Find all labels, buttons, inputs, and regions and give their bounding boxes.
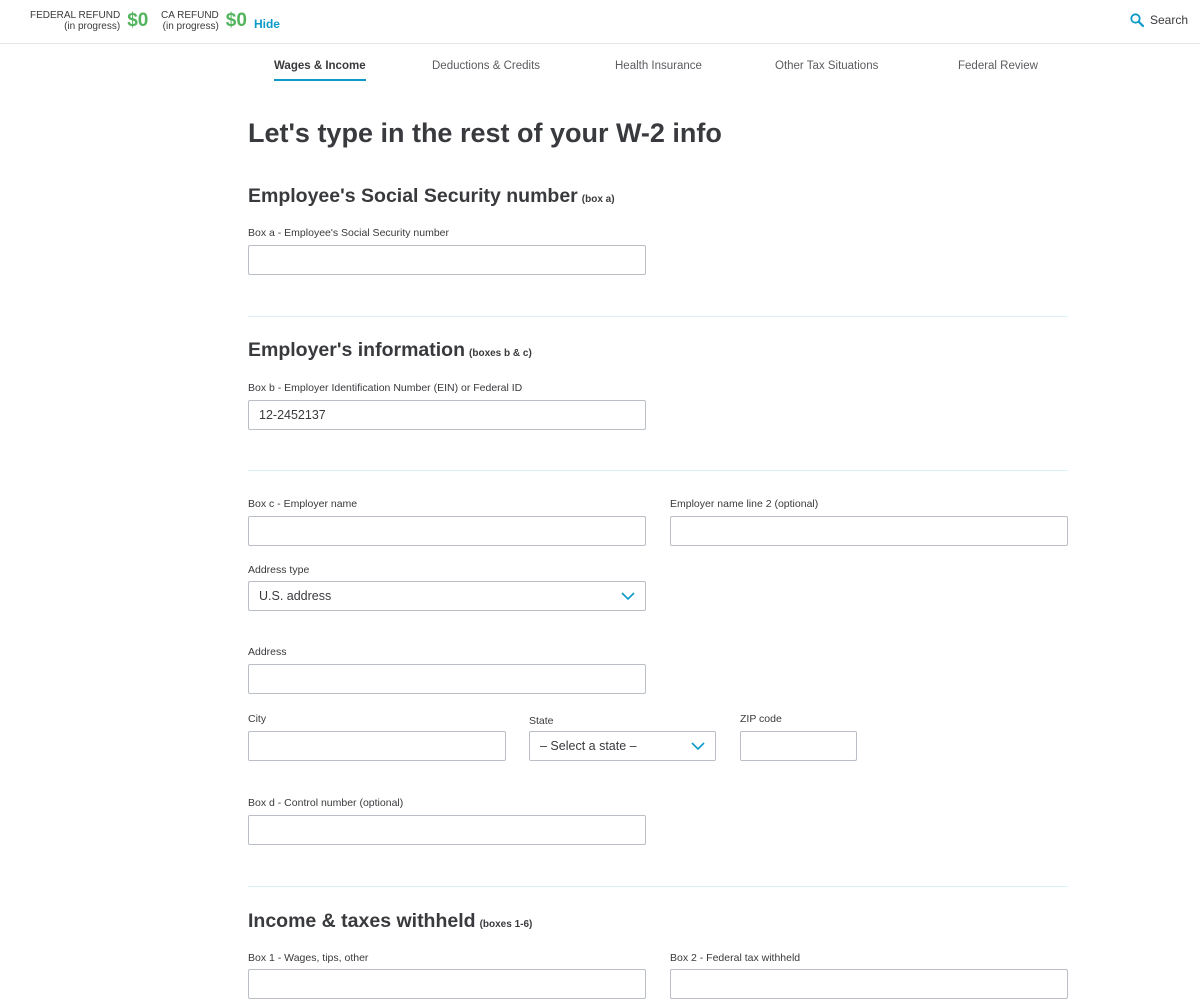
federal-refund-widget: FEDERAL REFUND (in progress) $0 (30, 10, 148, 32)
box1-wages-label: Box 1 - Wages, tips, other (248, 952, 369, 964)
page-title: Let's type in the rest of your W-2 info (248, 118, 722, 148)
address-input[interactable] (248, 664, 646, 694)
box1-wages-input[interactable] (248, 969, 646, 999)
state-refund-label-line2: (in progress) (162, 21, 219, 32)
control-number-label: Box d - Control number (optional) (248, 797, 404, 809)
search-icon (1130, 13, 1144, 27)
box2-federal-tax-input[interactable] (670, 969, 1068, 999)
employer-section-sub: (boxes b & c) (469, 348, 532, 359)
employer-name2-label: Employer name line 2 (optional) (670, 498, 819, 510)
city-input[interactable] (248, 731, 506, 761)
federal-refund-label: FEDERAL REFUND (in progress) (30, 10, 120, 32)
section-divider (248, 886, 1068, 887)
zip-label: ZIP code (740, 713, 782, 725)
chevron-down-icon (621, 591, 635, 600)
address-type-label: Address type (248, 564, 310, 576)
tab-other-tax-situations[interactable]: Other Tax Situations (775, 60, 878, 79)
state-label: State (529, 715, 554, 727)
section-divider (248, 470, 1068, 471)
control-number-input[interactable] (248, 815, 646, 845)
state-refund-label-line1: CA REFUND (161, 10, 219, 21)
employee-ssn-section-title: Employee's Social Security number (box a) (248, 185, 615, 208)
address-type-value: U.S. address (259, 589, 332, 603)
federal-refund-label-line1: FEDERAL REFUND (30, 10, 121, 21)
income-section-heading: Income & taxes withheld (248, 910, 476, 932)
state-refund-amount: $0 (225, 10, 247, 31)
zip-input[interactable] (740, 731, 857, 761)
state-select[interactable]: – Select a state – (529, 731, 716, 761)
employee-ssn-section-heading: Employee's Social Security number (248, 185, 578, 207)
employee-ssn-section-sub: (box a) (581, 194, 615, 205)
employer-name2-input[interactable] (670, 516, 1068, 546)
ssn-input[interactable] (248, 245, 646, 275)
section-divider (248, 316, 1068, 317)
top-bar: FEDERAL REFUND (in progress) $0 CA REFUN… (0, 0, 1200, 44)
income-section-title: Income & taxes withheld (boxes 1-6) (248, 910, 532, 933)
employer-section-title: Employer's information (boxes b & c) (248, 339, 532, 362)
section-tabs: Wages & Income Deductions & Credits Heal… (248, 44, 1068, 82)
employer-section-heading: Employer's information (248, 339, 466, 361)
box2-federal-tax-label: Box 2 - Federal tax withheld (670, 952, 801, 964)
employer-name-label: Box c - Employer name (248, 498, 358, 510)
federal-refund-label-line2: (in progress) (64, 21, 121, 32)
tab-wages-income[interactable]: Wages & Income (274, 60, 366, 81)
state-refund-widget: CA REFUND (in progress) $0 Hide (161, 10, 280, 32)
chevron-down-icon (691, 741, 705, 750)
federal-refund-amount: $0 (127, 10, 149, 31)
tab-health-insurance[interactable]: Health Insurance (615, 60, 702, 79)
search-label: Search (1149, 13, 1188, 27)
tab-deductions-credits[interactable]: Deductions & Credits (432, 60, 540, 79)
ssn-label: Box a - Employee's Social Security numbe… (248, 227, 450, 239)
tab-federal-review[interactable]: Federal Review (958, 60, 1038, 79)
address-label: Address (248, 646, 287, 658)
income-section-sub: (boxes 1-6) (479, 919, 533, 930)
state-value: – Select a state – (540, 739, 637, 753)
search-button[interactable]: Search (1130, 13, 1188, 27)
hide-refund-link[interactable]: Hide (254, 17, 280, 31)
ein-input[interactable] (248, 400, 646, 430)
ein-label: Box b - Employer Identification Number (… (248, 382, 523, 394)
state-refund-label: CA REFUND (in progress) (161, 10, 219, 32)
employer-name-input[interactable] (248, 516, 646, 546)
address-type-select[interactable]: U.S. address (248, 581, 646, 611)
city-label: City (248, 713, 267, 725)
